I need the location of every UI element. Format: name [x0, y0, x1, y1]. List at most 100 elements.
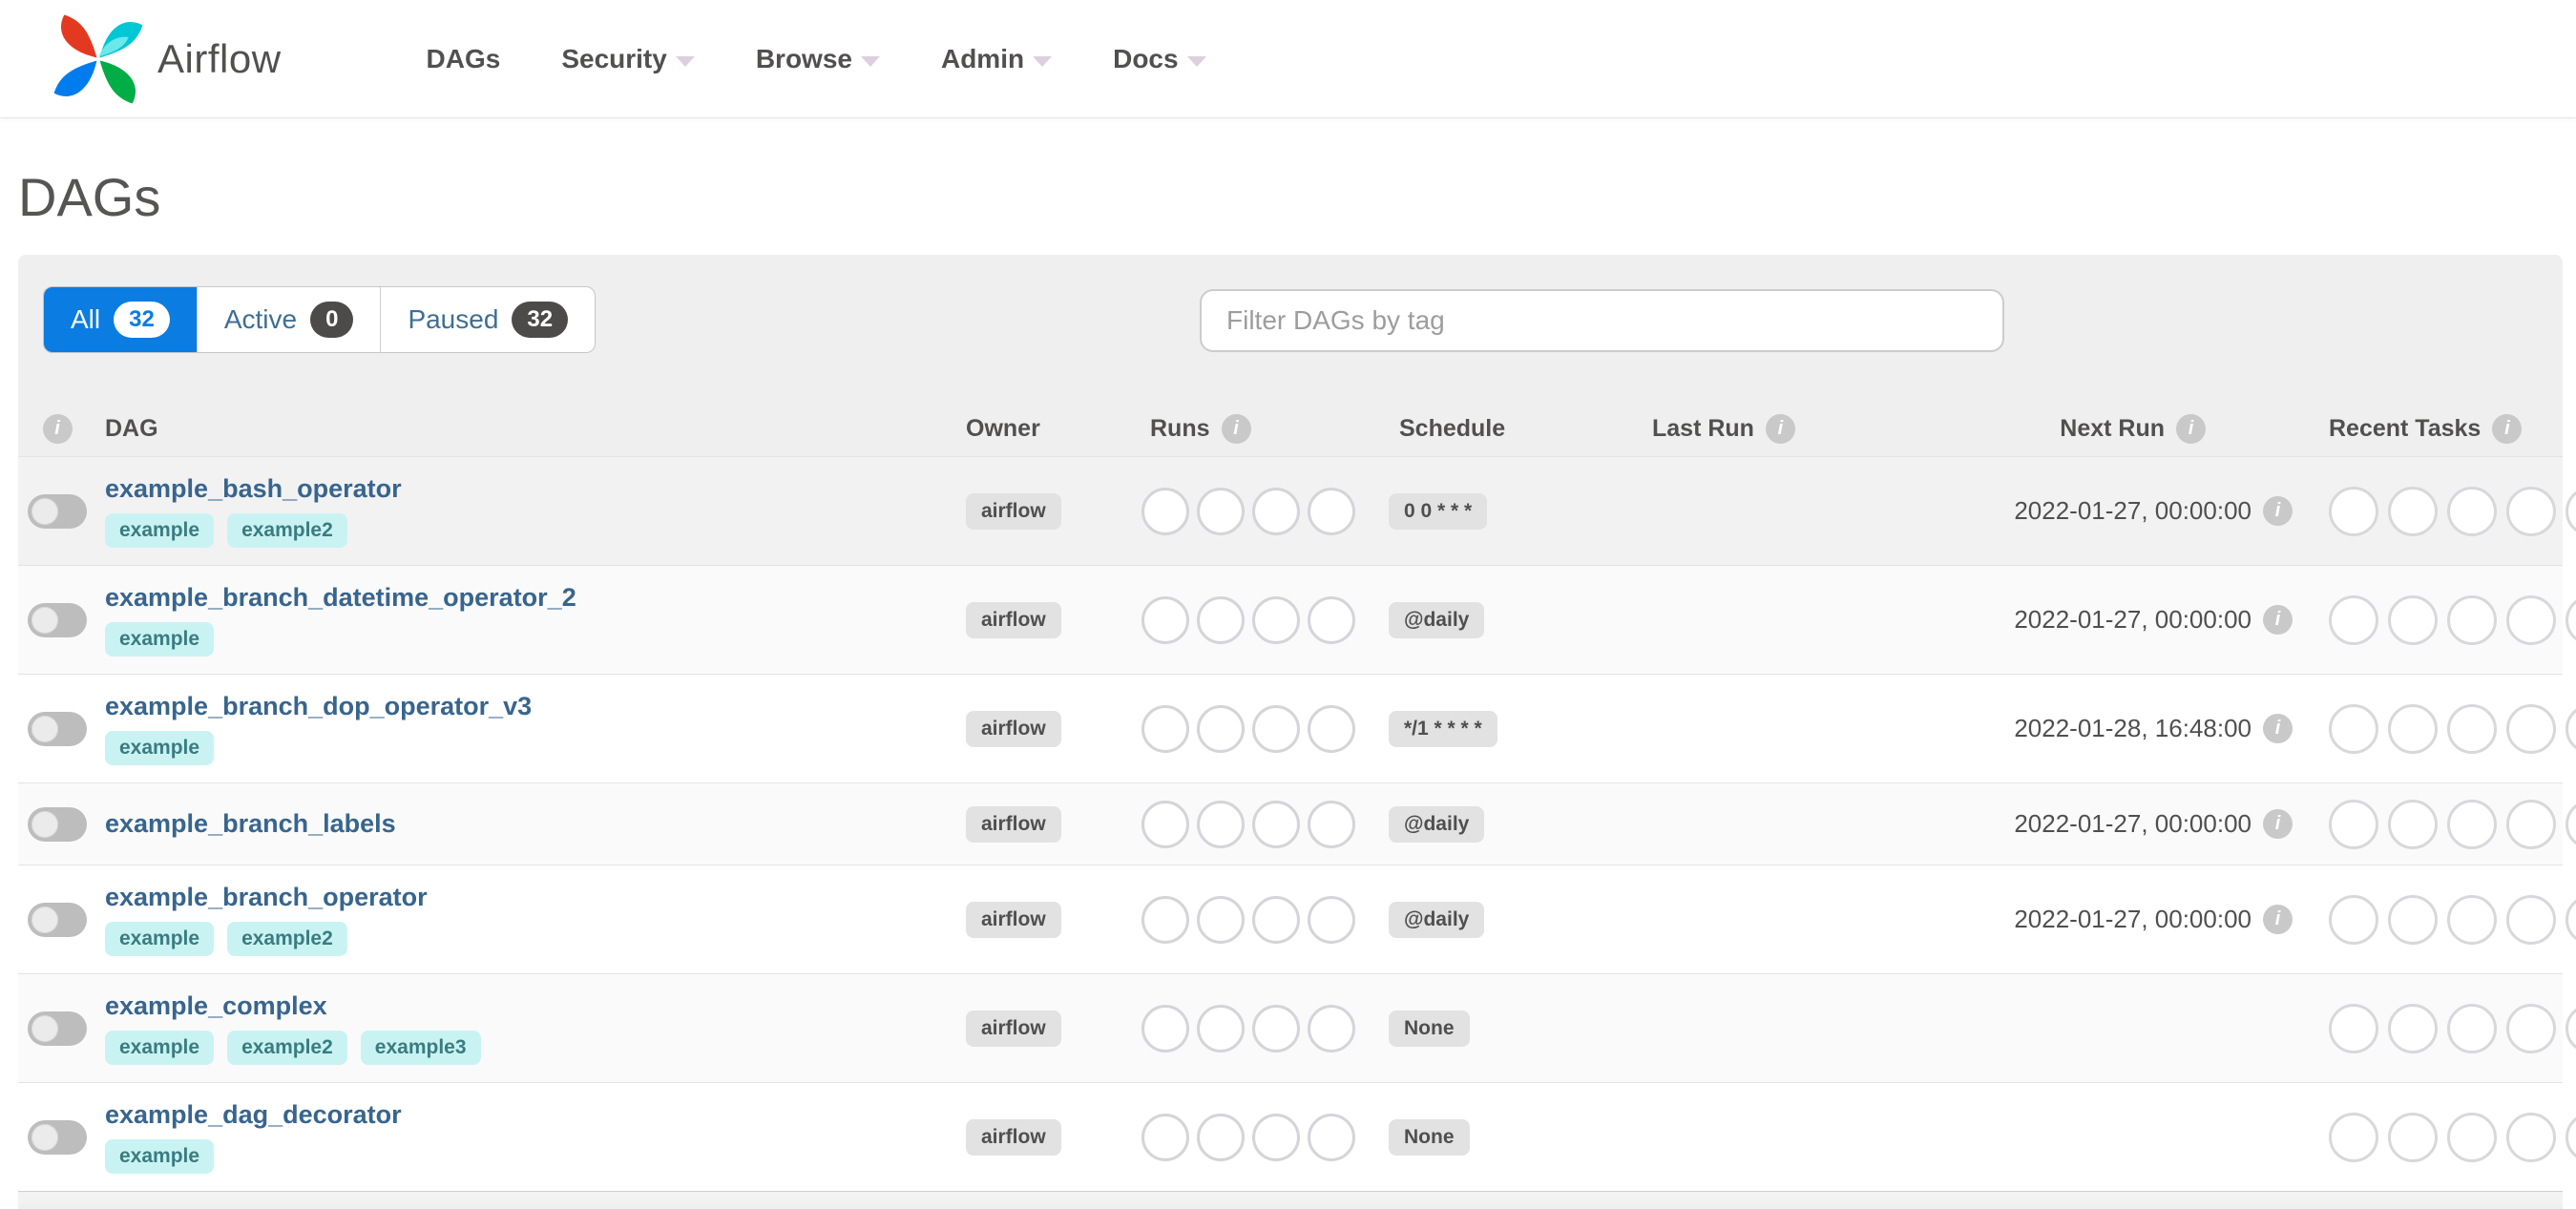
run-status-circle[interactable] [1197, 595, 1245, 644]
recent-task-circle[interactable] [2447, 1003, 2497, 1053]
airflow-logo[interactable]: Airflow [52, 13, 282, 105]
run-status-circle[interactable] [1308, 1004, 1355, 1053]
run-status-circle[interactable] [1197, 1113, 1245, 1161]
run-status-circle[interactable] [1252, 704, 1300, 753]
owner-badge[interactable]: airflow [966, 1010, 1061, 1047]
recent-task-circle[interactable] [2388, 1003, 2438, 1053]
dag-tag-badge[interactable]: example [105, 731, 215, 765]
dag-link[interactable]: example_bash_operator [105, 474, 402, 504]
tag-filter-input[interactable] [1200, 289, 2004, 352]
dag-pause-toggle[interactable] [28, 1119, 87, 1155]
recent-task-circle[interactable] [2566, 1112, 2576, 1162]
recent-task-circle[interactable] [2447, 1112, 2497, 1162]
recent-task-circle[interactable] [2506, 703, 2556, 754]
recent-task-circle[interactable] [2388, 1112, 2438, 1162]
recent-task-circle[interactable] [2447, 703, 2497, 754]
run-status-circle[interactable] [1308, 704, 1355, 753]
recent-task-circle[interactable] [2506, 594, 2556, 645]
run-status-circle[interactable] [1252, 1113, 1300, 1161]
run-status-circle[interactable] [1141, 895, 1189, 944]
dag-tag-badge[interactable]: example [105, 513, 215, 548]
tab-all[interactable]: All 32 [44, 287, 197, 352]
recent-task-circle[interactable] [2388, 486, 2438, 536]
recent-task-circle[interactable] [2506, 894, 2556, 945]
dag-pause-toggle[interactable] [28, 902, 87, 937]
dag-tag-badge[interactable]: example [105, 922, 215, 956]
recent-task-circle[interactable] [2447, 894, 2497, 945]
recent-task-circle[interactable] [2329, 594, 2378, 645]
recent-task-circle[interactable] [2329, 799, 2378, 849]
run-status-circle[interactable] [1308, 895, 1355, 944]
dag-tag-badge[interactable]: example2 [227, 513, 347, 548]
tab-paused[interactable]: Paused 32 [380, 287, 595, 352]
run-status-circle[interactable] [1252, 895, 1300, 944]
recent-task-circle[interactable] [2447, 594, 2497, 645]
run-status-circle[interactable] [1141, 487, 1189, 535]
run-status-circle[interactable] [1141, 1004, 1189, 1053]
nav-item-admin[interactable]: Admin [911, 44, 1082, 74]
recent-task-circle[interactable] [2329, 703, 2378, 754]
run-status-circle[interactable] [1141, 704, 1189, 753]
owner-badge[interactable]: airflow [966, 601, 1061, 638]
owner-badge[interactable]: airflow [966, 901, 1061, 938]
nav-item-dags[interactable]: DAGs [396, 44, 532, 74]
run-status-circle[interactable] [1252, 1004, 1300, 1053]
dag-pause-toggle[interactable] [28, 493, 87, 529]
owner-badge[interactable]: airflow [966, 710, 1061, 747]
run-status-circle[interactable] [1308, 800, 1355, 848]
dag-tag-badge[interactable]: example [105, 1031, 215, 1065]
dag-pause-toggle[interactable] [28, 602, 87, 637]
run-status-circle[interactable] [1252, 595, 1300, 644]
nav-item-browse[interactable]: Browse [725, 44, 911, 74]
recent-task-circle[interactable] [2566, 1003, 2576, 1053]
dag-link[interactable]: example_branch_dop_operator_v3 [105, 692, 532, 721]
run-status-circle[interactable] [1197, 704, 1245, 753]
run-status-circle[interactable] [1141, 800, 1189, 848]
dag-link[interactable]: example_dag_decorator [105, 1100, 402, 1130]
dag-link[interactable]: example_branch_labels [105, 809, 396, 839]
run-status-circle[interactable] [1197, 487, 1245, 535]
recent-task-circle[interactable] [2388, 894, 2438, 945]
recent-task-circle[interactable] [2566, 799, 2576, 849]
dag-link[interactable]: example_complex [105, 991, 327, 1021]
dag-tag-badge[interactable]: example3 [360, 1031, 481, 1065]
recent-task-circle[interactable] [2388, 594, 2438, 645]
recent-task-circle[interactable] [2506, 1112, 2556, 1162]
recent-task-circle[interactable] [2566, 486, 2576, 536]
dag-pause-toggle[interactable] [28, 806, 87, 842]
tab-active[interactable]: Active 0 [196, 287, 381, 352]
run-status-circle[interactable] [1308, 1113, 1355, 1161]
owner-badge[interactable]: airflow [966, 492, 1061, 530]
run-status-circle[interactable] [1252, 800, 1300, 848]
recent-task-circle[interactable] [2506, 1003, 2556, 1053]
recent-task-circle[interactable] [2329, 1003, 2378, 1053]
recent-task-circle[interactable] [2329, 894, 2378, 945]
run-status-circle[interactable] [1197, 1004, 1245, 1053]
run-status-circle[interactable] [1197, 800, 1245, 848]
owner-badge[interactable]: airflow [966, 805, 1061, 843]
dag-tag-badge[interactable]: example [105, 622, 215, 657]
nav-item-security[interactable]: Security [531, 44, 725, 74]
recent-task-circle[interactable] [2329, 486, 2378, 536]
run-status-circle[interactable] [1141, 1113, 1189, 1161]
recent-task-circle[interactable] [2506, 799, 2556, 849]
run-status-circle[interactable] [1308, 595, 1355, 644]
recent-task-circle[interactable] [2388, 799, 2438, 849]
recent-task-circle[interactable] [2566, 703, 2576, 754]
dag-tag-badge[interactable]: example2 [227, 922, 347, 956]
recent-task-circle[interactable] [2506, 486, 2556, 536]
recent-task-circle[interactable] [2388, 703, 2438, 754]
run-status-circle[interactable] [1141, 595, 1189, 644]
dag-tag-badge[interactable]: example2 [227, 1031, 347, 1065]
run-status-circle[interactable] [1308, 487, 1355, 535]
dag-pause-toggle[interactable] [28, 1011, 87, 1046]
dag-pause-toggle[interactable] [28, 711, 87, 746]
dag-link[interactable]: example_branch_operator [105, 883, 428, 912]
dag-tag-badge[interactable]: example [105, 1139, 215, 1174]
run-status-circle[interactable] [1197, 895, 1245, 944]
dag-link[interactable]: example_branch_datetime_operator_2 [105, 583, 576, 613]
recent-task-circle[interactable] [2329, 1112, 2378, 1162]
recent-task-circle[interactable] [2447, 486, 2497, 536]
run-status-circle[interactable] [1252, 487, 1300, 535]
recent-task-circle[interactable] [2447, 799, 2497, 849]
